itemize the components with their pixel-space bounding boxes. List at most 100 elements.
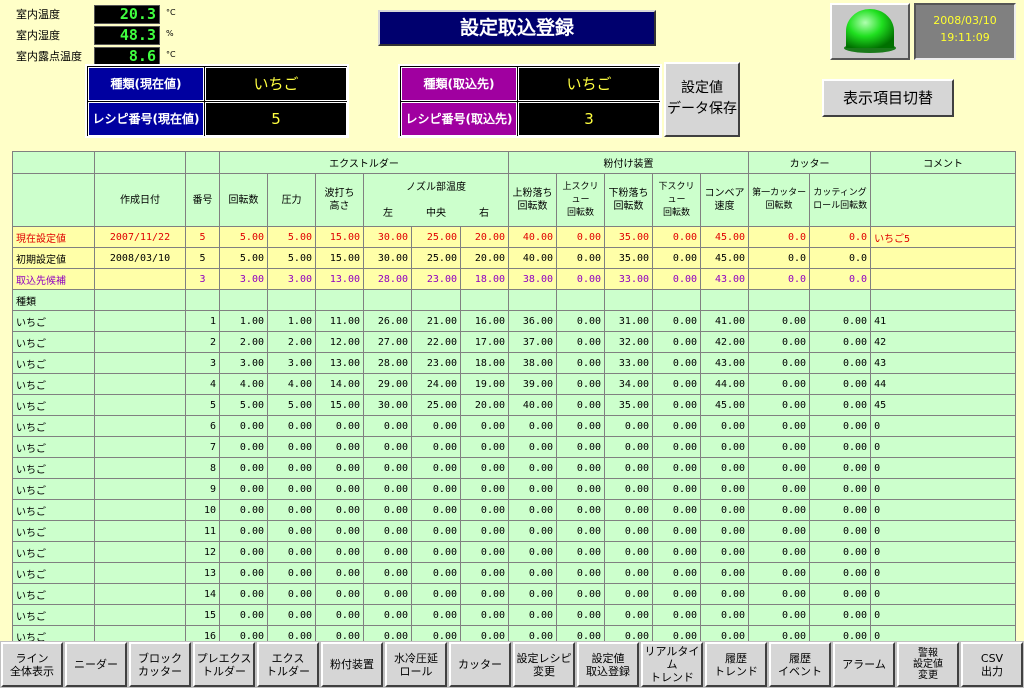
row-kind: いちご: [12, 520, 95, 542]
table-row[interactable]: いちご 7 0.00 0.00 0.00 0.00 0.00 0.00 0.00 0.00 0.00…: [12, 436, 1017, 458]
table-row[interactable]: いちご 2 2.00 2.00 12.00 27.00 22.00 17.00 37.00 0.0…: [12, 331, 1017, 353]
row-value: 0.00: [508, 436, 558, 458]
row-value: 31.00: [604, 310, 654, 332]
menu-button-recipe-change[interactable]: 設定レシピ 変更: [513, 642, 575, 687]
menu-button-powder-device[interactable]: 粉付装置: [321, 642, 383, 687]
row-value: 0.00: [219, 604, 268, 626]
row-value: 0.00: [809, 331, 872, 353]
row-value: 0.00: [411, 562, 461, 584]
menu-button-realtime-trend[interactable]: リアルタイム トレンド: [641, 642, 703, 687]
menu-button-extruder[interactable]: エクス トルダー: [257, 642, 319, 687]
row-value: 0.00: [556, 499, 606, 521]
row-value: 0.00: [315, 604, 364, 626]
menu-button-kneader[interactable]: ニーダー: [65, 642, 127, 687]
row-kind: いちご: [12, 604, 95, 626]
row-value: 0.0: [748, 268, 811, 290]
toggle-display-items-button[interactable]: 表示項目切替: [822, 79, 954, 117]
row-value: 28.00: [363, 352, 412, 374]
row-value: 0.00: [363, 415, 412, 437]
row-value: 0.00: [219, 457, 268, 479]
row-value: 0.00: [652, 478, 702, 500]
table-row[interactable]: いちご 12 0.00 0.00 0.00 0.00 0.00 0.00 0.00 0.00 0.0…: [12, 541, 1017, 563]
row-value: 0.00: [459, 436, 510, 458]
table-row[interactable]: いちご 1 1.00 1.00 11.00 26.00 21.00 16.00 36.00 0.0…: [12, 310, 1017, 332]
row-value: 0.00: [508, 520, 558, 542]
table-row[interactable]: いちご 4 4.00 4.00 14.00 29.00 24.00 19.00 39.00 0.0…: [12, 373, 1017, 395]
row-value: 27.00: [363, 331, 412, 353]
menu-button-block-cutter[interactable]: ブロック カッター: [129, 642, 191, 687]
row-value: 36.00: [508, 310, 558, 332]
menu-button-csv-output[interactable]: CSV 出力: [961, 642, 1023, 687]
kind-header-row: 種類: [12, 289, 1017, 311]
table-row[interactable]: いちご 11 0.00 0.00 0.00 0.00 0.00 0.00 0.00 0.00 0.0…: [12, 520, 1017, 542]
row-value: 0.00: [652, 436, 702, 458]
menu-button-pre-extruder[interactable]: プレエクス トルダー: [193, 642, 255, 687]
table-row[interactable]: いちご 6 0.00 0.00 0.00 0.00 0.00 0.00 0.00 0.00 0.00…: [12, 415, 1017, 437]
row-value: 0.00: [748, 310, 811, 332]
table-row[interactable]: いちご 13 0.00 0.00 0.00 0.00 0.00 0.00 0.00 0.00 0.0…: [12, 562, 1017, 584]
row-value: 0.00: [556, 478, 606, 500]
row-value: 39.00: [508, 373, 558, 395]
row-value: 0.00: [363, 562, 412, 584]
menu-button-import-register[interactable]: 設定値 取込登録: [577, 642, 639, 687]
row-value: 3.00: [219, 268, 268, 290]
row-comment: 0: [870, 436, 1017, 458]
row-value: 29.00: [363, 373, 412, 395]
save-settings-button[interactable]: 設定値 データ保存: [664, 62, 740, 137]
menu-button-alarm-setting-change[interactable]: 警報 設定値 変更: [897, 642, 959, 687]
row-comment: 41: [870, 310, 1017, 332]
row-value: 16.00: [459, 310, 510, 332]
row-value: 30.00: [363, 394, 412, 416]
row-comment: 44: [870, 373, 1017, 395]
row-value: 0.00: [459, 415, 510, 437]
row-value: 0.00: [652, 394, 702, 416]
table-row[interactable]: いちご 15 0.00 0.00 0.00 0.00 0.00 0.00 0.00 0.00 0.0…: [12, 604, 1017, 626]
row-value: 25.00: [411, 247, 461, 269]
menu-button-history-trend[interactable]: 履歴 トレンド: [705, 642, 767, 687]
col-rpm: 回転数: [219, 173, 268, 227]
row-value: 0.00: [809, 436, 872, 458]
row-value: 0.00: [809, 562, 872, 584]
row-value: 0.00: [748, 415, 811, 437]
col-nozzle-title: ノズル部温度: [406, 181, 466, 193]
row-value: 30.00: [363, 247, 412, 269]
row-value: 24.00: [411, 373, 461, 395]
table-row[interactable]: いちご 10 0.00 0.00 0.00 0.00 0.00 0.00 0.00 0.00 0.0…: [12, 499, 1017, 521]
col-nozzle-left: 左: [383, 207, 393, 219]
row-label: 取込先候補: [12, 268, 95, 290]
menu-button-cutter[interactable]: カッター: [449, 642, 511, 687]
col-nozzle-right: 右: [479, 207, 489, 219]
row-value: 0.00: [604, 478, 654, 500]
menu-button-line-overview[interactable]: ライン 全体表示: [1, 642, 63, 687]
row-value: 0.00: [748, 583, 811, 605]
row-value: 0.00: [604, 436, 654, 458]
room-humidity-value: 48.3: [94, 26, 160, 45]
row-kind: いちご: [12, 562, 95, 584]
row-value: 0.00: [219, 541, 268, 563]
row-value: 0.00: [604, 520, 654, 542]
row-value: 40.00: [508, 226, 558, 248]
row-no: 2: [185, 331, 220, 353]
table-row[interactable]: いちご 14 0.00 0.00 0.00 0.00 0.00 0.00 0.00 0.00 0.0…: [12, 583, 1017, 605]
row-value: 0.0: [809, 247, 872, 269]
row-value: 0.00: [267, 562, 316, 584]
row-value: 30.00: [363, 226, 412, 248]
row-value: 40.00: [508, 247, 558, 269]
menu-button-history-event[interactable]: 履歴 イベント: [769, 642, 831, 687]
row-value: 0.00: [809, 373, 872, 395]
table-row[interactable]: いちご 3 3.00 3.00 13.00 28.00 23.00 18.00 38.00 0.0…: [12, 352, 1017, 374]
row-value: 0.00: [556, 604, 606, 626]
table-row[interactable]: いちご 5 5.00 5.00 15.00 30.00 25.00 20.00 40.00 0.0…: [12, 394, 1017, 416]
current-setting-row[interactable]: 現在設定値 2007/11/22 5 5.00 5.00 15.00 30.00 25.00 2…: [12, 226, 1017, 248]
menu-button-alarm[interactable]: アラーム: [833, 642, 895, 687]
target-recipe-value: 3: [518, 102, 660, 136]
row-value: 0.00: [700, 520, 750, 542]
row-kind: いちご: [12, 541, 95, 563]
table-row[interactable]: いちご 8 0.00 0.00 0.00 0.00 0.00 0.00 0.00 0.00 0.00…: [12, 457, 1017, 479]
import-candidate-row[interactable]: 取込先候補 3 3.00 3.00 13.00 28.00 23.00 18.00 38.00 0…: [12, 268, 1017, 290]
menu-button-water-cooled-roll[interactable]: 水冷圧延 ロール: [385, 642, 447, 687]
row-comment: 43: [870, 352, 1017, 374]
table-row[interactable]: いちご 9 0.00 0.00 0.00 0.00 0.00 0.00 0.00 0.00 0.00…: [12, 478, 1017, 500]
initial-setting-row[interactable]: 初期設定値 2008/03/10 5 5.00 5.00 15.00 30.00 25.00 2…: [12, 247, 1017, 269]
row-value: 0.00: [315, 541, 364, 563]
